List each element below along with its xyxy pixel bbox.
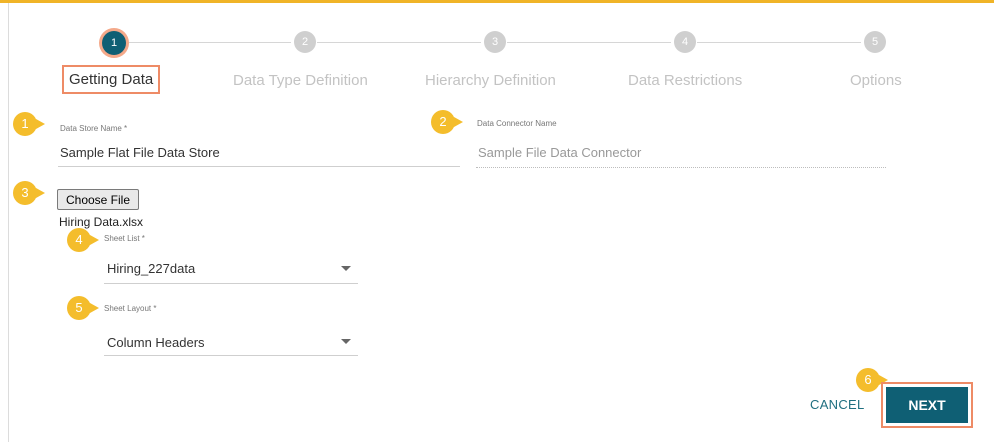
next-button-highlight: NEXT [881,382,973,428]
left-divider [8,3,9,442]
callout-badge-2: 2 [431,110,463,134]
top-accent-border [0,0,994,3]
data-connector-name-input[interactable]: Sample File Data Connector [478,145,641,160]
chevron-down-icon[interactable] [341,339,351,344]
sheet-list-select[interactable]: Hiring_227data [107,261,195,276]
callout-badge-3: 3 [13,181,45,205]
step-1-label[interactable]: Getting Data [62,65,161,94]
cancel-button[interactable]: CANCEL [810,397,865,412]
sheet-layout-select[interactable]: Column Headers [107,335,205,350]
step-connector [317,42,481,43]
sheet-layout-underline [104,355,358,356]
callout-badge-6: 6 [856,368,888,392]
chevron-down-icon[interactable] [341,266,351,271]
sheet-layout-label: Sheet Layout * [104,304,157,313]
data-connector-name-underline [476,167,886,168]
step-2-indicator[interactable]: 2 [294,31,316,53]
step-5-label[interactable]: Options [850,72,902,89]
callout-badge-5: 5 [67,296,99,320]
selected-file-name: Hiring Data.xlsx [59,215,144,229]
step-4-label[interactable]: Data Restrictions [628,72,742,89]
step-4-indicator[interactable]: 4 [674,31,696,53]
choose-file-button[interactable]: Choose File [57,189,139,210]
data-connector-name-label: Data Connector Name [477,119,557,128]
step-connector [507,42,671,43]
step-5-indicator[interactable]: 5 [864,31,886,53]
step-1-indicator[interactable]: 1 [102,31,126,55]
data-store-name-input[interactable]: Sample Flat File Data Store [60,145,220,160]
step-2-label[interactable]: Data Type Definition [233,72,368,89]
callout-badge-4: 4 [67,228,99,252]
step-3-label[interactable]: Hierarchy Definition [425,72,556,89]
sheet-list-label: Sheet List * [104,234,145,243]
step-connector [697,42,861,43]
data-store-name-underline [58,166,460,167]
callout-badge-1: 1 [13,112,45,136]
step-connector [127,42,291,43]
sheet-list-underline [104,283,358,284]
next-button[interactable]: NEXT [886,387,968,423]
data-store-name-label: Data Store Name * [60,124,128,133]
step-3-indicator[interactable]: 3 [484,31,506,53]
